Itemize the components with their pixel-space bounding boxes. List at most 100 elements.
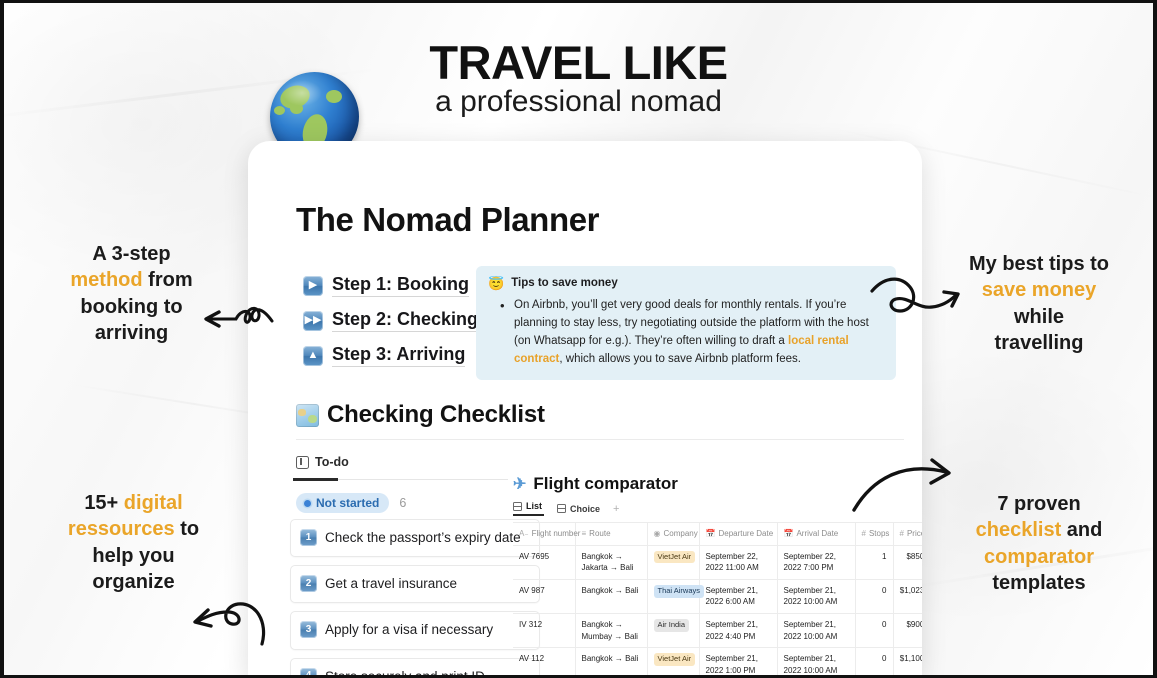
cell-departure: September 21, 2022 6:00 AM <box>699 579 778 614</box>
poster-subtitle: a professional nomad <box>435 85 722 118</box>
choice-view-icon <box>557 504 566 513</box>
cell-departure: September 22, 2022 11:00 AM <box>699 545 778 580</box>
view-tab-choice[interactable]: Choice <box>557 504 600 514</box>
cell-arrival: September 21, 2022 10:00 AM <box>777 613 856 649</box>
table-header-row: A₋ Flight number ≡ Route ◉ Company 📅 Departu… <box>513 522 922 546</box>
todo-text: Store securely and print ID <box>325 668 485 675</box>
flight-comparator-block: ✈ Flight comparator List Choice + A₋ Fli… <box>513 474 922 675</box>
tab-label: To-do <box>315 455 349 469</box>
cell-company: VietJet Air <box>647 647 700 675</box>
cell-company: VietJet Air <box>647 545 700 580</box>
step-link-arriving[interactable]: ▲ Step 3: Arriving <box>303 344 478 367</box>
date-icon: 📅 <box>705 529 716 538</box>
status-group-header: Not started 6 <box>296 493 406 513</box>
fast-forward-icon: ▶▶ <box>303 310 323 331</box>
annotation-highlight: digital <box>123 492 183 514</box>
tab-todo[interactable]: To-do <box>296 455 349 469</box>
play-button-icon: ▶ <box>303 275 323 296</box>
list-item[interactable]: 2 Get a travel insurance <box>290 565 540 604</box>
list-item: On Airbnb, you’ll get very good deals fo… <box>500 296 882 368</box>
cell-route: Bangkok → Jakarta → Bali <box>575 545 648 580</box>
view-tab-label: Choice <box>570 503 601 514</box>
page-title: The Nomad Planner <box>296 201 600 238</box>
annotation-top-right: My best tips to save money while travell… <box>934 251 1144 357</box>
comparator-title: Flight comparator <box>533 474 678 493</box>
poster-canvas: TRAVEL LIKE a professional nomad The Nom… <box>4 3 1153 675</box>
cell-arrival: September 21, 2022 10:00 AM <box>777 579 856 614</box>
step-label: Step 3: Arriving <box>332 344 466 367</box>
annotation-highlight: checklist <box>975 519 1062 542</box>
list-item[interactable]: 1 Check the passport’s expiry date <box>290 519 540 558</box>
step-label: Step 1: Booking <box>332 274 470 297</box>
callout-title: Tips to save money <box>511 277 618 289</box>
cell-price: $850. <box>893 545 922 580</box>
annotation-line: My best tips to <box>968 253 1109 275</box>
section-title: Checking Checklist <box>327 401 545 428</box>
list-item[interactable]: 4 Store securely and print ID <box>290 657 540 675</box>
annotation-highlight: method <box>70 269 143 292</box>
step-link-booking[interactable]: ▶ Step 1: Booking <box>303 274 478 297</box>
tips-callout: 😇 Tips to save money On Airbnb, you’ll g… <box>476 266 896 380</box>
eject-button-icon: ▲ <box>303 345 323 366</box>
airplane-icon: ✈ <box>513 476 527 493</box>
cell-route: Bangkok → Bali <box>575 579 648 614</box>
column-header-arrival-date[interactable]: 📅 Arrival Date <box>777 522 856 546</box>
add-view-button[interactable]: + <box>613 503 619 515</box>
cell-route: Bangkok → Mumbay → Bali <box>575 613 648 649</box>
text-icon: ≡ <box>581 529 587 538</box>
status-badge[interactable]: Not started <box>296 493 390 513</box>
table-body: AV 7695 Bangkok → Jakarta → Bali VietJet… <box>513 545 922 675</box>
annotation-line: help you <box>92 544 175 567</box>
annotation-line: 7 proven <box>997 493 1081 515</box>
cell-departure: September 21, 2022 1:00 PM <box>699 647 778 675</box>
annotation-line: and <box>1061 519 1103 542</box>
column-header-company[interactable]: ◉ Company <box>647 522 700 546</box>
callout-text-part2: , which allows you to save Airbnb platfo… <box>559 352 801 365</box>
column-header-price[interactable]: #Price <box>893 522 922 546</box>
cell-flight-number: AV 7695 <box>513 545 576 580</box>
column-header-route[interactable]: ≡ Route <box>575 522 648 546</box>
view-tab-active-underline <box>513 514 544 516</box>
annotation-line: organize <box>92 571 175 594</box>
cell-company: Air India <box>647 613 700 649</box>
annotation-line: A 3-step <box>92 243 171 265</box>
table-row[interactable]: IV 312 Bangkok → Mumbay → Bali Air India… <box>513 613 922 649</box>
annotation-line: 15+ <box>84 492 124 514</box>
board-view-icon <box>296 455 309 469</box>
annotation-highlight: comparator <box>983 545 1095 568</box>
annotation-line: while <box>1013 305 1064 328</box>
world-map-icon <box>296 403 319 427</box>
view-tab-label: List <box>526 501 543 511</box>
list-item[interactable]: 3 Apply for a visa if necessary <box>290 611 540 650</box>
cell-route: Bangkok → Bali <box>575 647 648 675</box>
column-header-stops[interactable]: # Stops <box>855 522 894 546</box>
status-count: 6 <box>399 496 407 510</box>
todo-card-list: 1 Check the passport’s expiry date 2 Get… <box>290 519 540 675</box>
table-row[interactable]: AV 987 Bangkok → Bali Thai Airways Septe… <box>513 579 922 614</box>
cell-flight-number: AV 987 <box>513 579 576 614</box>
column-header-flight-number[interactable]: A₋ Flight number <box>513 522 580 546</box>
todo-text: Get a travel insurance <box>325 576 458 592</box>
database-view-tabs: List Choice + <box>513 501 922 516</box>
company-tag: VietJet Air <box>653 653 696 667</box>
step-link-checking[interactable]: ▶▶ Step 2: Checking <box>303 309 479 332</box>
cell-stops: 0 <box>855 647 894 675</box>
view-tab-list[interactable]: List <box>513 501 544 511</box>
number-one-icon: 1 <box>300 529 317 546</box>
number-icon: # <box>899 529 904 538</box>
table-row[interactable]: AV 7695 Bangkok → Jakarta → Bali VietJet… <box>513 545 922 580</box>
money-face-icon: 😇 <box>488 276 505 291</box>
column-header-departure-date[interactable]: 📅 Departure Date <box>699 522 778 546</box>
company-tag: Air India <box>653 618 690 632</box>
table-row[interactable]: AV 112 Bangkok → Bali VietJet Air Septem… <box>513 647 922 675</box>
company-tag: VietJet Air <box>653 550 696 564</box>
number-four-icon: 4 <box>300 667 317 675</box>
annotation-line: templates <box>992 572 1086 595</box>
comparator-heading: ✈ Flight comparator <box>513 474 922 494</box>
cell-departure: September 21, 2022 4:40 PM <box>699 613 778 649</box>
annotation-line: to <box>174 518 200 541</box>
annotation-highlight: save money <box>981 279 1097 302</box>
poster-title: TRAVEL LIKE <box>429 36 728 89</box>
title-text-icon: A₋ <box>519 529 529 538</box>
cell-flight-number: IV 312 <box>513 613 576 649</box>
